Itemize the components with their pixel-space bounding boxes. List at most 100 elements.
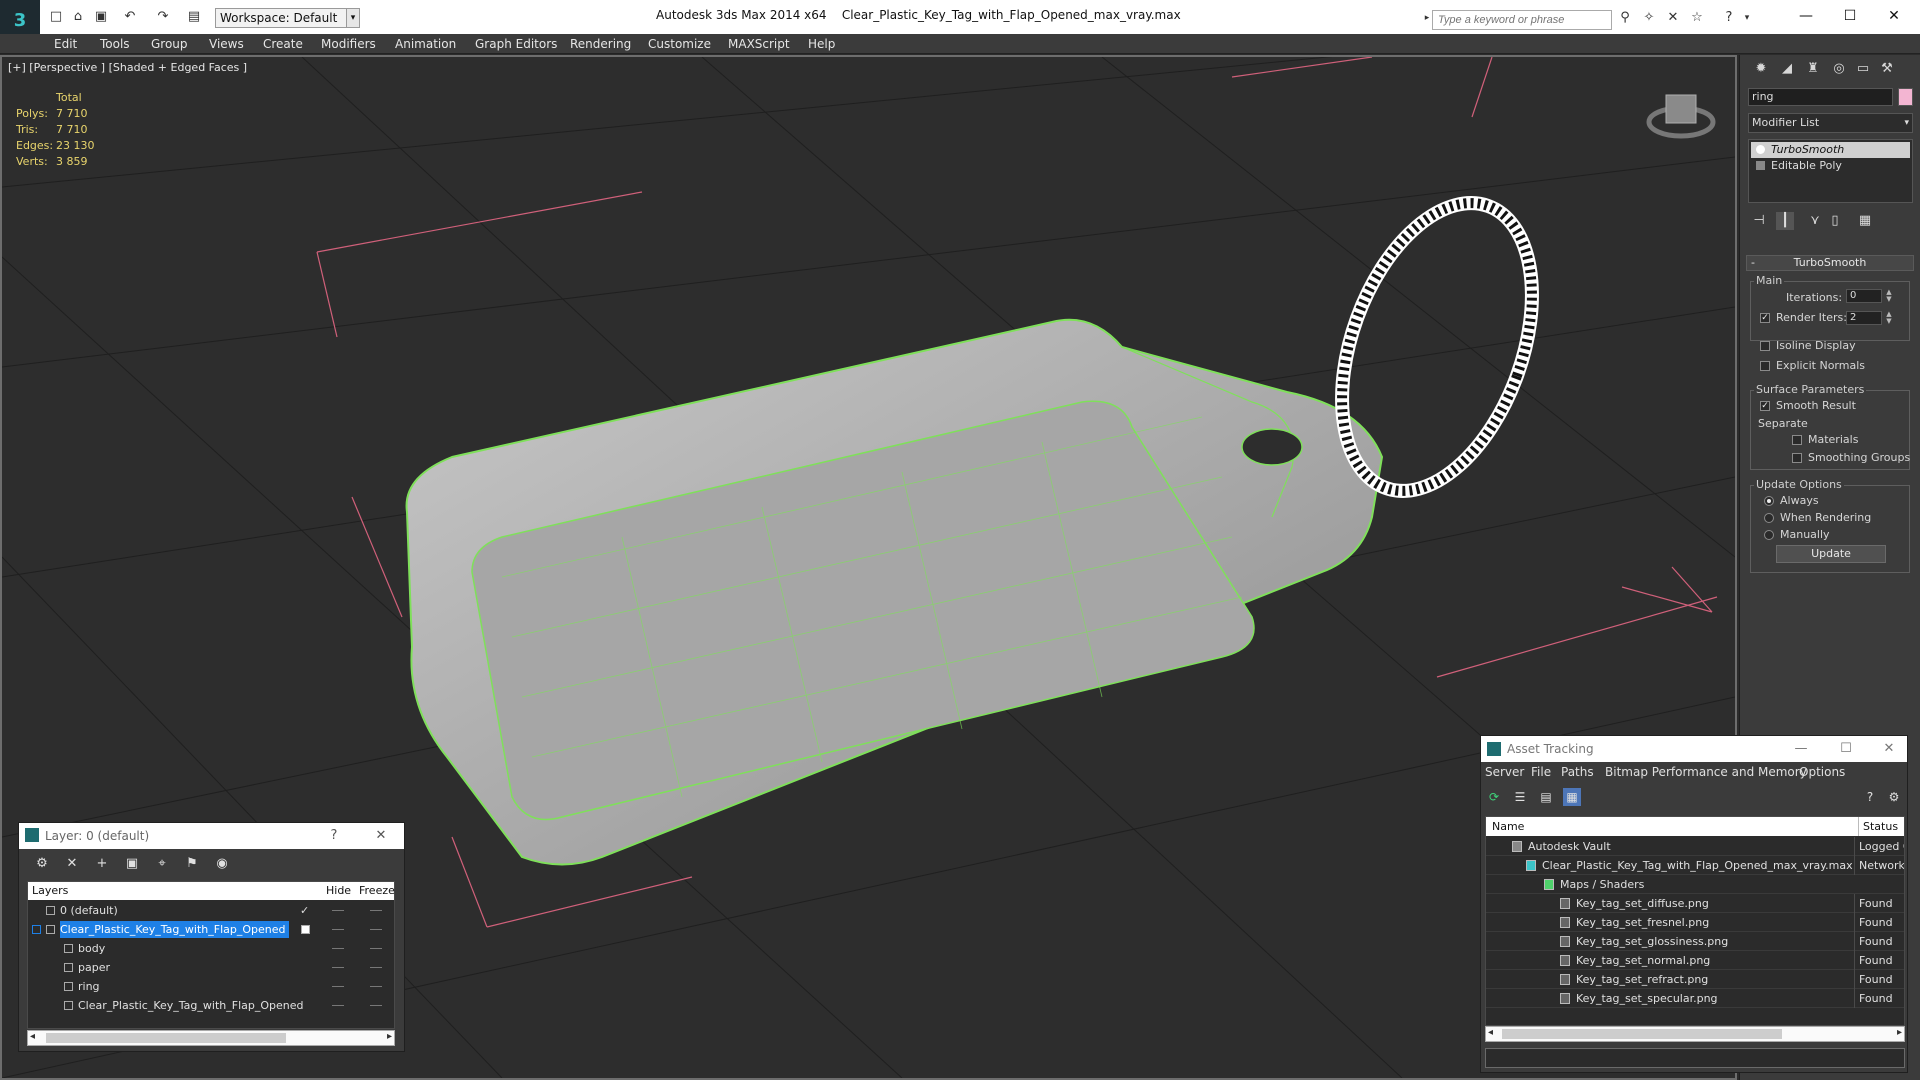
scroll-thumb[interactable] — [46, 1033, 286, 1043]
project-folder-icon[interactable]: ▤ — [186, 9, 202, 25]
close-icon[interactable]: ✕ — [1879, 740, 1899, 758]
isoline-display-checkbox[interactable] — [1760, 341, 1770, 351]
scroll-left-icon[interactable]: ◂ — [1488, 1027, 1493, 1038]
always-radio[interactable] — [1764, 496, 1774, 506]
menu-edit[interactable]: Edit — [54, 34, 77, 54]
layer-settings-icon[interactable]: ⚙ — [33, 855, 51, 873]
asset-row[interactable]: Key_tag_set_glossiness.png Found — [1486, 932, 1904, 951]
utilities-tab-icon[interactable]: ⚒ — [1876, 59, 1898, 79]
help-dropdown-icon[interactable]: ▾ — [1738, 9, 1756, 27]
hide-all-layers-icon[interactable]: ◉ — [213, 855, 231, 873]
highlight-layer-icon[interactable]: ⚑ — [183, 855, 201, 873]
menu-animation[interactable]: Animation — [395, 34, 456, 54]
set-current-layer-icon[interactable] — [301, 925, 310, 934]
delete-layer-icon[interactable]: ✕ — [63, 855, 81, 873]
smoothing-groups-checkbox[interactable] — [1792, 453, 1802, 463]
menu-modifiers[interactable]: Modifiers — [321, 34, 376, 54]
menu-help[interactable]: Help — [808, 34, 835, 54]
help-button[interactable]: ? — [324, 827, 344, 845]
pin-stack-icon[interactable]: ⊣ — [1750, 212, 1768, 230]
menu-rendering[interactable]: Rendering — [570, 34, 631, 54]
asset-menu-options[interactable]: Options — [1799, 765, 1845, 779]
new-file-icon[interactable]: □ — [48, 9, 64, 25]
iterations-spinner-arrows[interactable]: ▲ ▼ — [1885, 289, 1893, 303]
select-objects-icon[interactable]: ⌖ — [153, 855, 171, 873]
close-icon[interactable]: ✕ — [371, 827, 391, 845]
object-name-field[interactable]: ring — [1748, 88, 1893, 106]
asset-row[interactable]: Key_tag_set_diffuse.png Found — [1486, 894, 1904, 913]
turbosmooth-rollout-header[interactable]: - TurboSmooth — [1746, 255, 1914, 271]
modify-tab-icon[interactable]: ◢ — [1776, 59, 1798, 79]
search-input[interactable] — [1432, 10, 1612, 30]
asset-row[interactable]: Key_tag_set_specular.png Found — [1486, 989, 1904, 1008]
detail-view-icon[interactable]: ▤ — [1537, 788, 1555, 806]
when-rendering-radio[interactable] — [1764, 513, 1774, 523]
col-name[interactable]: Name — [1492, 817, 1524, 836]
asset-row[interactable]: Key_tag_set_normal.png Found — [1486, 951, 1904, 970]
motion-tab-icon[interactable]: ◎ — [1828, 59, 1850, 79]
minimize-icon[interactable]: — — [1786, 4, 1826, 28]
manually-radio[interactable] — [1764, 530, 1774, 540]
menu-group[interactable]: Group — [151, 34, 188, 54]
asset-row[interactable]: Clear_Plastic_Key_Tag_with_Flap_Opened_m… — [1486, 856, 1904, 875]
workspace-dropdown[interactable]: Workspace: Default ▾ — [215, 8, 360, 28]
layer-row[interactable]: Clear_Plastic_Key_Tag_with_Flap_Opened — [28, 920, 394, 939]
layer-row[interactable]: Clear_Plastic_Key_Tag_with_Flap_Opened — [28, 996, 394, 1015]
asset-window-titlebar[interactable]: Asset Tracking — ☐ ✕ — [1481, 736, 1907, 762]
menu-maxscript[interactable]: MAXScript — [728, 34, 790, 54]
open-file-icon[interactable]: ⌂ — [70, 9, 86, 25]
update-button[interactable]: Update — [1776, 545, 1886, 563]
help-icon[interactable]: ? — [1720, 9, 1738, 27]
asset-row[interactable]: Autodesk Vault Logged Out — [1486, 837, 1904, 856]
asset-row[interactable]: Key_tag_set_refract.png Found — [1486, 970, 1904, 989]
render-iters-checkbox[interactable]: ✓ — [1760, 313, 1770, 323]
explicit-normals-checkbox[interactable] — [1760, 361, 1770, 371]
make-unique-icon[interactable]: ⋎ — [1806, 212, 1824, 230]
communication-icon[interactable]: ✕ — [1664, 9, 1682, 27]
asset-settings-icon[interactable]: ⚙ — [1885, 788, 1903, 806]
menu-views[interactable]: Views — [209, 34, 244, 54]
subscription-icon[interactable]: ✧ — [1640, 9, 1658, 27]
active-layer-check-icon[interactable]: ✓ — [300, 901, 309, 920]
lightbulb-icon[interactable] — [1756, 145, 1765, 154]
close-icon[interactable]: ✕ — [1874, 4, 1914, 28]
asset-horizontal-scrollbar[interactable]: ◂ ▸ — [1485, 1026, 1905, 1042]
col-hide[interactable]: Hide — [326, 882, 351, 900]
create-layer-icon[interactable]: + — [93, 855, 111, 873]
iterations-spinner[interactable]: 0 — [1846, 289, 1882, 303]
redo-icon[interactable]: ↷ — [155, 9, 171, 25]
stack-item-editable-poly[interactable]: Editable Poly — [1751, 158, 1910, 174]
layer-window-titlebar[interactable]: Layer: 0 (default) ? ✕ — [19, 823, 404, 849]
menu-create[interactable]: Create — [263, 34, 303, 54]
asset-help-icon[interactable]: ? — [1861, 788, 1879, 806]
scroll-right-icon[interactable]: ▸ — [387, 1031, 392, 1042]
add-to-layer-icon[interactable]: ▣ — [123, 855, 141, 873]
undo-icon[interactable]: ↶ — [122, 9, 138, 25]
save-file-icon[interactable]: ▣ — [93, 9, 109, 25]
layer-row[interactable]: ring — [28, 977, 394, 996]
object-color-swatch[interactable] — [1898, 88, 1913, 106]
show-end-result-icon[interactable]: ┃ — [1776, 212, 1794, 230]
workspace-options-icon[interactable]: ▾ — [346, 8, 360, 28]
maximize-icon[interactable]: ☐ — [1836, 740, 1856, 758]
hierarchy-tab-icon[interactable]: ♜ — [1802, 59, 1824, 79]
remove-modifier-icon[interactable]: ▯ — [1826, 212, 1844, 230]
smooth-result-checkbox[interactable]: ✓ — [1760, 401, 1770, 411]
asset-menu-server[interactable]: Server — [1485, 765, 1524, 779]
asset-menu-bitmap[interactable]: Bitmap Performance and Memory — [1605, 765, 1807, 779]
layer-row[interactable]: 0 (default) ✓ — [28, 901, 394, 920]
asset-row[interactable]: Key_tag_set_fresnel.png Found — [1486, 913, 1904, 932]
minimize-icon[interactable]: — — [1791, 740, 1811, 758]
modifier-list-dropdown[interactable]: Modifier List ▾ — [1748, 113, 1913, 133]
materials-checkbox[interactable] — [1792, 435, 1802, 445]
display-tab-icon[interactable]: ▭ — [1852, 59, 1874, 79]
table-view-icon[interactable]: ▦ — [1563, 788, 1581, 806]
scroll-left-icon[interactable]: ◂ — [30, 1031, 35, 1042]
scroll-thumb[interactable] — [1502, 1029, 1782, 1039]
menu-tools[interactable]: Tools — [100, 34, 130, 54]
layer-row[interactable]: body — [28, 939, 394, 958]
viewport-label[interactable]: [+] [Perspective ] [Shaded + Edged Faces… — [8, 61, 247, 74]
refresh-icon[interactable]: ⟳ — [1485, 788, 1503, 806]
layer-row[interactable]: paper — [28, 958, 394, 977]
col-layers[interactable]: Layers — [32, 882, 68, 900]
